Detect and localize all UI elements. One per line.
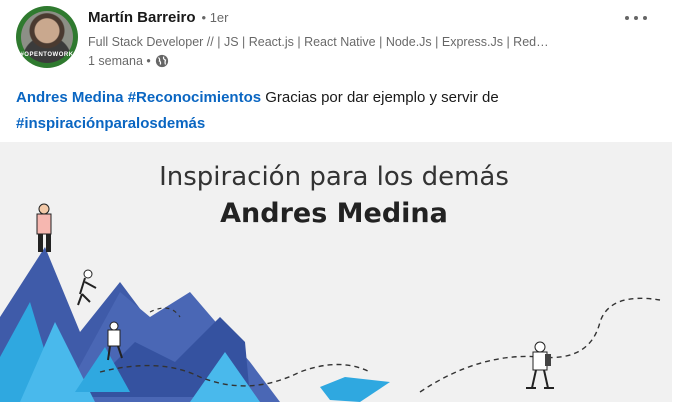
hashtag-link-reconocimientos[interactable]: #Reconocimientos [128, 89, 261, 106]
ellipsis-icon [623, 16, 650, 20]
author-headline: Full Stack Developer // | JS | React.js … [88, 35, 549, 49]
mention-link[interactable]: Andres Medina [16, 89, 124, 106]
climber-peak-figure [36, 203, 52, 252]
post-image[interactable]: Inspiración para los demás Andres Medina [0, 142, 672, 402]
globe-icon [155, 54, 169, 68]
post-body: Andres Medina #Reconocimientos Gracias p… [16, 85, 656, 137]
author-row: Martín Barreiro • 1er [88, 9, 228, 26]
post-time: 1 semana • [88, 54, 151, 68]
hiker-figure [526, 341, 554, 389]
avatar[interactable]: #OPENTOWORK [16, 6, 78, 68]
author-name[interactable]: Martín Barreiro [88, 9, 196, 26]
connection-degree: • 1er [201, 10, 229, 25]
post-text: Gracias por dar ejemplo y servir de [261, 89, 499, 106]
post-meta: 1 semana • [88, 54, 169, 68]
mountain-illustration [0, 203, 661, 402]
stone-light [320, 377, 390, 402]
open-to-work-badge: #OPENTOWORK [20, 52, 74, 58]
hashtag-link-inspiracion[interactable]: #inspiraciónparalosdemás [16, 115, 205, 132]
more-options-button[interactable] [618, 4, 654, 32]
feed-post: #OPENTOWORK Martín Barreiro • 1er Full S… [0, 0, 674, 402]
climber-figure [77, 269, 97, 306]
